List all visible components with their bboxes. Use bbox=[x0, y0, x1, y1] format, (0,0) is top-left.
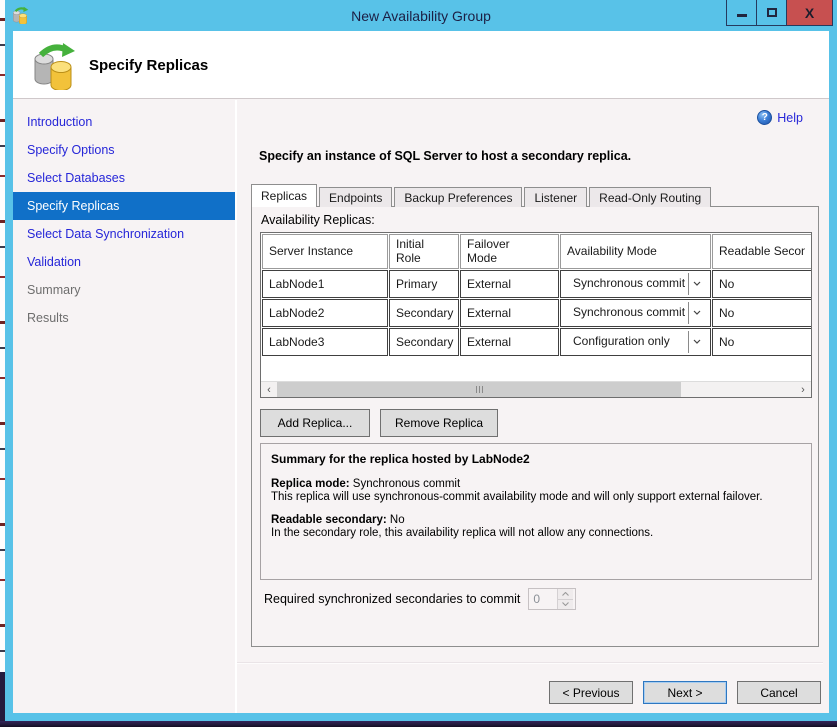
desktop-bottom-edge bbox=[0, 721, 837, 727]
add-replica-button[interactable]: Add Replica... bbox=[260, 409, 370, 437]
dropdown-chevron-icon[interactable] bbox=[688, 331, 704, 353]
tab-listener[interactable]: Listener bbox=[524, 187, 587, 207]
new-availability-group-dialog: New Availability Group X Specify Replica… bbox=[5, 0, 837, 721]
tab-endpoints[interactable]: Endpoints bbox=[319, 187, 392, 207]
cell-failover-mode[interactable]: External bbox=[460, 328, 559, 356]
close-button[interactable]: X bbox=[786, 0, 833, 26]
scrollbar-thumb[interactable] bbox=[277, 382, 681, 397]
dropdown-chevron-icon[interactable] bbox=[688, 302, 704, 324]
replica-mode-line: Replica mode: Synchronous commit bbox=[271, 478, 801, 490]
cell-initial-role[interactable]: Secondary bbox=[389, 299, 459, 327]
required-secondaries-input bbox=[529, 589, 557, 609]
availability-replicas-label: Availability Replicas: bbox=[261, 213, 375, 227]
column-header-failover-mode[interactable]: Failover Mode bbox=[460, 234, 559, 269]
previous-button[interactable]: < Previous bbox=[549, 681, 633, 704]
specify-replicas-icon bbox=[29, 40, 77, 90]
wizard-header: Specify Replicas bbox=[13, 31, 829, 99]
cell-availability-mode: Synchronous commit bbox=[560, 299, 711, 327]
sidebar-item-select-databases[interactable]: Select Databases bbox=[13, 164, 235, 192]
cell-failover-mode[interactable]: External bbox=[460, 270, 559, 298]
summary-title: Summary for the replica hosted by LabNod… bbox=[271, 452, 801, 466]
wizard-steps-sidebar: Introduction Specify Options Select Data… bbox=[13, 100, 235, 713]
cell-initial-role[interactable]: Secondary bbox=[389, 328, 459, 356]
main-panel: ? Help Specify an instance of SQL Server… bbox=[237, 100, 829, 713]
maximize-button[interactable] bbox=[756, 0, 787, 26]
availability-group-icon bbox=[11, 6, 29, 24]
column-header-readable-secondary[interactable]: Readable Secondary bbox=[712, 234, 811, 269]
availability-replicas-grid: Server Instance Initial Role Failover Mo… bbox=[260, 232, 812, 398]
help-link[interactable]: ? Help bbox=[757, 110, 803, 125]
required-secondaries-label: Required synchronized secondaries to com… bbox=[264, 592, 520, 606]
cancel-button[interactable]: Cancel bbox=[737, 681, 821, 704]
window-title: New Availability Group bbox=[5, 8, 837, 24]
footer-divider bbox=[237, 662, 823, 664]
availability-mode-dropdown[interactable]: Synchronous commit bbox=[567, 273, 704, 295]
scrollbar-track[interactable] bbox=[277, 382, 795, 397]
cell-server-instance[interactable]: LabNode1 bbox=[262, 270, 388, 298]
sidebar-item-specify-options[interactable]: Specify Options bbox=[13, 136, 235, 164]
help-icon: ? bbox=[757, 110, 772, 125]
sidebar-item-introduction[interactable]: Introduction bbox=[13, 108, 235, 136]
column-header-server-instance[interactable]: Server Instance bbox=[262, 234, 388, 269]
spinner-up-icon bbox=[558, 589, 573, 599]
instruction-text: Specify an instance of SQL Server to hos… bbox=[259, 149, 631, 163]
column-header-initial-role[interactable]: Initial Role bbox=[389, 234, 459, 269]
table-row: LabNode2 Secondary External Synchronous … bbox=[262, 299, 811, 327]
next-button[interactable]: Next > bbox=[643, 681, 727, 704]
readable-secondary-line: Readable secondary: No bbox=[271, 514, 801, 526]
column-header-availability-mode[interactable]: Availability Mode bbox=[560, 234, 711, 269]
cell-readable-secondary[interactable]: No bbox=[712, 270, 811, 298]
tab-replicas[interactable]: Replicas bbox=[251, 184, 317, 207]
title-bar[interactable]: New Availability Group X bbox=[5, 0, 837, 31]
replica-mode-description: This replica will use synchronous-commit… bbox=[271, 491, 801, 503]
dropdown-chevron-icon[interactable] bbox=[688, 273, 704, 295]
scroll-right-arrow-icon[interactable]: › bbox=[795, 382, 811, 397]
cell-readable-secondary[interactable]: No bbox=[712, 328, 811, 356]
help-label: Help bbox=[777, 111, 803, 125]
sidebar-item-summary: Summary bbox=[13, 276, 235, 304]
grid-header-row: Server Instance Initial Role Failover Mo… bbox=[262, 234, 811, 269]
sidebar-item-results: Results bbox=[13, 304, 235, 332]
spinner-down-icon bbox=[558, 599, 573, 610]
replica-summary-panel: Summary for the replica hosted by LabNod… bbox=[260, 443, 812, 580]
readable-secondary-description: In the secondary role, this availability… bbox=[271, 527, 801, 539]
tab-strip: Replicas Endpoints Backup Preferences Li… bbox=[251, 184, 713, 207]
sidebar-item-validation[interactable]: Validation bbox=[13, 248, 235, 276]
cell-failover-mode[interactable]: External bbox=[460, 299, 559, 327]
cell-server-instance[interactable]: LabNode2 bbox=[262, 299, 388, 327]
required-secondaries-spinner bbox=[528, 588, 576, 610]
cell-readable-secondary[interactable]: No bbox=[712, 299, 811, 327]
replicas-tab-page: Availability Replicas: Server Instance I… bbox=[251, 206, 819, 647]
cell-availability-mode: Configuration only bbox=[560, 328, 711, 356]
availability-mode-dropdown[interactable]: Configuration only bbox=[567, 331, 704, 353]
cell-server-instance[interactable]: LabNode3 bbox=[262, 328, 388, 356]
availability-mode-dropdown[interactable]: Synchronous commit bbox=[567, 302, 704, 324]
minimize-button[interactable] bbox=[726, 0, 757, 26]
tab-backup-preferences[interactable]: Backup Preferences bbox=[394, 187, 522, 207]
sidebar-item-specify-replicas[interactable]: Specify Replicas bbox=[13, 192, 235, 220]
cell-initial-role[interactable]: Primary bbox=[389, 270, 459, 298]
maximize-icon bbox=[767, 8, 777, 17]
remove-replica-button[interactable]: Remove Replica bbox=[380, 409, 498, 437]
horizontal-scrollbar: ‹ › bbox=[261, 381, 811, 397]
tab-read-only-routing[interactable]: Read-Only Routing bbox=[589, 187, 711, 207]
close-icon: X bbox=[805, 5, 814, 21]
page-title: Specify Replicas bbox=[89, 57, 208, 74]
table-row: LabNode3 Secondary External Configuratio… bbox=[262, 328, 811, 356]
scroll-left-arrow-icon[interactable]: ‹ bbox=[261, 382, 277, 397]
table-row: LabNode1 Primary External Synchronous co… bbox=[262, 270, 811, 298]
cell-availability-mode: Synchronous commit bbox=[560, 270, 711, 298]
minimize-icon bbox=[737, 14, 747, 17]
sidebar-item-select-data-synchronization[interactable]: Select Data Synchronization bbox=[13, 220, 235, 248]
